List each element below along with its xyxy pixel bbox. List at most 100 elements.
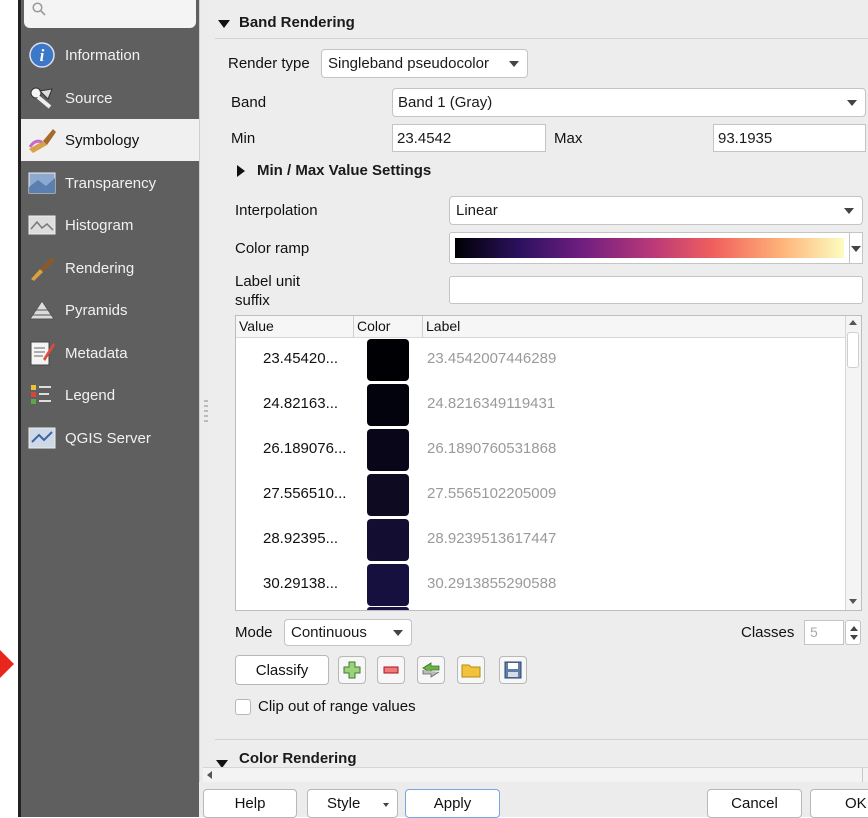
max-field[interactable]: 93.1935 — [713, 124, 866, 152]
chevron-down-icon — [383, 803, 389, 807]
save-button[interactable] — [499, 656, 527, 684]
scroll-left-icon[interactable] — [207, 771, 212, 779]
row-color-swatch[interactable] — [367, 384, 409, 426]
minmax-settings-toggle[interactable]: Min / Max Value Settings — [257, 162, 431, 179]
classes-value: 5 — [810, 624, 818, 640]
sidebar-item-histogram[interactable]: Histogram — [21, 204, 199, 246]
ok-button[interactable]: OK — [810, 789, 868, 818]
sidebar-item-label: Transparency — [65, 174, 157, 192]
band-rendering-title: Band Rendering — [239, 14, 355, 31]
table-row[interactable]: 27.556510... 27.5565102205009 — [236, 473, 845, 518]
scroll-up-icon[interactable] — [849, 320, 857, 325]
chevron-down-icon — [847, 99, 857, 106]
table-row[interactable]: 28.92395... 28.9239513617447 — [236, 518, 845, 563]
mode-value: Continuous — [291, 624, 367, 641]
scroll-down-icon[interactable] — [849, 599, 857, 604]
row-color-swatch[interactable] — [367, 564, 409, 606]
sidebar-search-input[interactable] — [24, 0, 196, 28]
horizontal-scrollbar[interactable] — [203, 767, 868, 782]
sidebar-item-label: Source — [65, 89, 113, 107]
row-color-swatch[interactable] — [367, 429, 409, 471]
sidebar-item-qgis-server[interactable]: QGIS Server — [21, 417, 199, 459]
collapse-icon[interactable] — [218, 15, 230, 32]
label-unit-suffix-line2: suffix — [235, 292, 270, 309]
help-button[interactable]: Help — [203, 789, 297, 818]
splitter-handle[interactable] — [204, 400, 208, 424]
sidebar-item-transparency[interactable]: Transparency — [21, 162, 199, 204]
sidebar-item-information[interactable]: i Information — [21, 34, 199, 76]
render-type-label: Render type — [228, 55, 310, 72]
classify-button[interactable]: Classify — [235, 655, 329, 685]
add-class-icon — [343, 661, 361, 679]
expand-icon[interactable] — [237, 164, 245, 181]
interpolation-label: Interpolation — [235, 202, 318, 219]
clip-checkbox[interactable] — [235, 699, 251, 715]
render-type-combo[interactable]: Singleband pseudocolor — [321, 49, 528, 78]
sidebar-item-label: Metadata — [65, 344, 128, 362]
apply-label: Apply — [433, 795, 472, 812]
table-row[interactable]: 24.82163... 24.8216349119431 — [236, 383, 845, 428]
color-ramp-preview — [455, 238, 844, 258]
table-row[interactable]: 23.45420... 23.4542007446289 — [236, 338, 845, 383]
rendering-icon — [27, 254, 57, 282]
mode-combo[interactable]: Continuous — [284, 619, 412, 646]
interpolation-combo[interactable]: Linear — [449, 196, 863, 225]
symbology-icon — [27, 126, 57, 154]
reverse-colors-button[interactable] — [417, 656, 445, 684]
chevron-down-icon[interactable] — [850, 635, 858, 640]
source-icon — [27, 84, 57, 112]
table-row[interactable]: 30.29138... 30.2913855290588 — [236, 563, 845, 608]
remove-class-button[interactable] — [377, 656, 405, 684]
sidebar-item-label: Rendering — [65, 259, 135, 277]
label-unit-suffix-field[interactable] — [449, 276, 863, 304]
table-scrollbar-thumb[interactable] — [847, 332, 859, 368]
histogram-icon — [27, 211, 57, 239]
row-label: 28.9239513617447 — [427, 530, 557, 547]
min-value: 23.4542 — [397, 129, 452, 147]
add-class-button[interactable] — [338, 656, 366, 684]
chevron-up-icon[interactable] — [850, 626, 858, 631]
label-unit-suffix-label: Label unit suffix — [235, 272, 300, 310]
label-unit-suffix-line1: Label unit — [235, 273, 301, 290]
sidebar-item-source[interactable]: Source — [21, 77, 199, 119]
band-combo[interactable]: Band 1 (Gray) — [392, 88, 866, 117]
sidebar-item-symbology[interactable]: Symbology — [21, 119, 199, 161]
sidebar-item-metadata[interactable]: Metadata — [21, 332, 199, 374]
classes-label: Classes — [741, 624, 795, 641]
classes-field[interactable]: 5 — [804, 620, 844, 645]
row-color-swatch[interactable] — [367, 474, 409, 516]
remove-class-icon — [383, 666, 399, 674]
clip-label: Clip out of range values — [258, 698, 416, 715]
interpolation-value: Linear — [456, 202, 498, 219]
column-header-color[interactable]: Color — [353, 316, 423, 338]
color-ramp-label: Color ramp — [235, 240, 310, 257]
metadata-icon — [27, 339, 57, 367]
table-row[interactable]: 26.189076... 26.1890760531868 — [236, 428, 845, 473]
load-folder-button[interactable] — [457, 656, 485, 684]
sidebar-item-rendering[interactable]: Rendering — [21, 247, 199, 289]
row-label: 30.2913855290588 — [427, 575, 557, 592]
row-color-swatch[interactable] — [367, 519, 409, 561]
style-button[interactable]: Style — [307, 789, 398, 818]
qgis-server-icon — [27, 424, 57, 452]
apply-button[interactable]: Apply — [405, 789, 500, 818]
row-color-swatch[interactable] — [367, 339, 409, 381]
row-label: 24.8216349119431 — [427, 395, 556, 412]
cancel-button[interactable]: Cancel — [707, 789, 802, 818]
color-ramp-dropdown[interactable] — [850, 232, 863, 264]
column-header-label[interactable]: Label — [422, 316, 842, 338]
row-color-swatch-partial — [367, 607, 409, 610]
chevron-down-icon — [844, 207, 854, 214]
band-label: Band — [231, 94, 267, 111]
min-field[interactable]: 23.4542 — [392, 124, 546, 152]
classes-stepper[interactable] — [845, 620, 861, 645]
column-header-value[interactable]: Value — [239, 316, 355, 338]
legend-icon — [27, 381, 57, 409]
help-label: Help — [234, 795, 266, 812]
color-ramp-button[interactable] — [449, 232, 850, 264]
cancel-label: Cancel — [731, 795, 778, 812]
sidebar-item-legend[interactable]: Legend — [21, 374, 199, 416]
sidebar-item-pyramids[interactable]: Pyramids — [21, 289, 199, 331]
information-icon: i — [27, 41, 57, 69]
sidebar-item-label: Histogram — [65, 216, 134, 234]
